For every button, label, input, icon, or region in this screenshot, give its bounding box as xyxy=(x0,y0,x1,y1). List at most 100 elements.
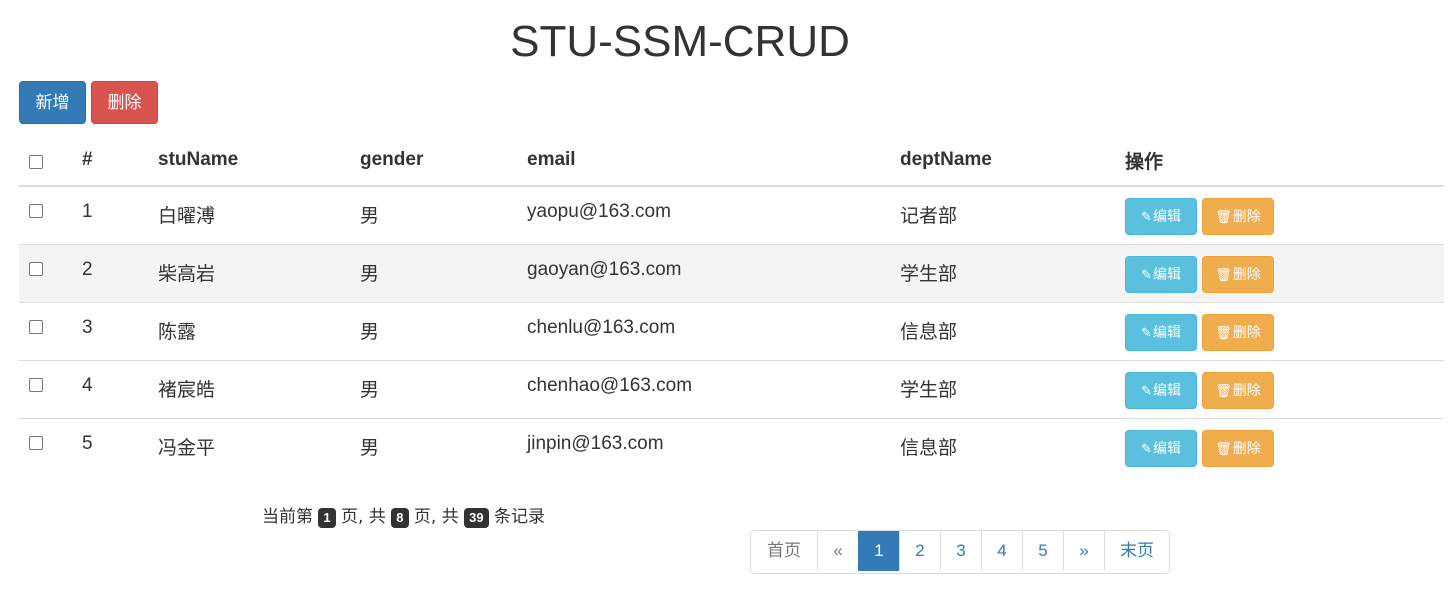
row-select-cell xyxy=(19,243,82,302)
edit-button[interactable]: ✎编辑 xyxy=(1125,371,1197,409)
row-id: 1 xyxy=(82,201,93,222)
header-email: email xyxy=(527,135,900,187)
row-actions: ✎编辑 🗑删除 xyxy=(1125,301,1444,360)
header-index: # xyxy=(82,135,158,187)
delete-label: 删除 xyxy=(1232,440,1261,457)
add-button[interactable]: 新增 xyxy=(19,81,86,124)
table-row: 4 褚宸皓男 chenhao@163.com 学生部 ✎编辑 🗑删除 xyxy=(19,359,1444,418)
edit-label: 编辑 xyxy=(1152,209,1181,225)
row-select-cell xyxy=(19,301,82,360)
row-deptname: 信息部 xyxy=(900,301,1125,360)
pencil-icon: ✎ xyxy=(1141,267,1152,283)
delete-label: 删除 xyxy=(1232,382,1261,399)
page: STU-SSM-CRUD 新增 删除 # stuName gender emai… xyxy=(0,0,1456,602)
table-body: 1 白曜溥男 yaopu@163.com 记者部 ✎编辑 🗑删除 2 柴高岩男 gaoyan@1… xyxy=(19,186,1444,476)
trash-icon: 🗑 xyxy=(1215,325,1232,341)
row-deptname: 学生部 xyxy=(900,359,1125,418)
table-row: 2 柴高岩男 gaoyan@163.com 学生部 ✎编辑 🗑删除 xyxy=(19,243,1444,302)
page-info-mid1: 页, 共 xyxy=(341,507,386,527)
edit-label: 编辑 xyxy=(1152,324,1181,341)
pagination-prev[interactable]: « xyxy=(817,531,858,571)
row-actions: ✎编辑 🗑删除 xyxy=(1125,243,1444,302)
row-checkbox[interactable] xyxy=(29,261,43,276)
row-select-cell xyxy=(19,417,82,476)
row-gender: 男 xyxy=(360,243,527,302)
row-stuname: 柴高岩 xyxy=(158,243,360,302)
student-table: # stuName gender email deptName 操作 1 白曜溥男… xyxy=(19,135,1444,476)
header-gender: gender xyxy=(360,135,527,187)
pagination-last[interactable]: 末页 xyxy=(1104,531,1169,571)
row-id: 2 xyxy=(82,243,158,302)
pencil-icon: ✎ xyxy=(1141,441,1152,457)
page-title: STU-SSM-CRUD xyxy=(510,17,850,66)
row-actions: ✎编辑 🗑删除 xyxy=(1125,417,1444,476)
table-header-row: # stuName gender email deptName 操作 xyxy=(19,135,1444,187)
row-deptname: 学生部 xyxy=(900,243,1125,302)
delete-label: 删除 xyxy=(1232,266,1261,283)
edit-button[interactable]: ✎编辑 xyxy=(1125,198,1197,235)
row-stuname: 陈露 xyxy=(158,301,360,360)
row-checkbox[interactable] xyxy=(29,204,43,218)
row-id: 3 xyxy=(82,301,158,360)
edit-label: 编辑 xyxy=(1152,440,1181,457)
trash-icon: 🗑 xyxy=(1215,210,1232,225)
row-gender: 男 xyxy=(360,205,380,227)
pencil-icon: ✎ xyxy=(1141,383,1152,399)
pagination-page-1[interactable]: 1 xyxy=(858,531,899,571)
delete-button[interactable]: 🗑删除 xyxy=(1202,429,1274,467)
current-page-badge: 1 xyxy=(318,508,336,528)
row-stuname: 白曜溥 xyxy=(158,205,216,227)
row-id: 4 xyxy=(82,359,158,418)
delete-button[interactable]: 🗑删除 xyxy=(1202,313,1274,351)
header-stuname: stuName xyxy=(158,135,360,187)
page-info-mid2: 页, 共 xyxy=(413,507,459,527)
row-select-cell xyxy=(19,359,82,418)
select-all-checkbox[interactable] xyxy=(29,155,43,169)
edit-button[interactable]: ✎编辑 xyxy=(1125,429,1197,467)
row-actions: ✎编辑 🗑删除 xyxy=(1125,359,1444,418)
row-checkbox[interactable] xyxy=(29,377,43,392)
row-checkbox[interactable] xyxy=(29,435,43,450)
row-gender: 男 xyxy=(360,359,527,418)
pagination-page-3[interactable]: 3 xyxy=(940,531,981,571)
row-gender: 男 xyxy=(360,417,527,476)
pagination-page-4[interactable]: 4 xyxy=(981,531,1022,571)
pagination-page-2[interactable]: 2 xyxy=(899,531,940,571)
edit-label: 编辑 xyxy=(1152,266,1181,283)
edit-label: 编辑 xyxy=(1152,382,1181,399)
row-gender: 男 xyxy=(360,301,527,360)
row-email: gaoyan@163.com xyxy=(527,243,900,302)
edit-button[interactable]: ✎编辑 xyxy=(1125,313,1197,351)
pagination-next[interactable]: » xyxy=(1063,531,1104,571)
delete-button[interactable]: 🗑删除 xyxy=(1202,255,1274,293)
delete-label: 删除 xyxy=(1232,209,1261,225)
pagination-page-5[interactable]: 5 xyxy=(1022,531,1063,571)
row-checkbox[interactable] xyxy=(29,319,43,334)
total-records-badge: 39 xyxy=(464,508,489,528)
row-stuname: 褚宸皓 xyxy=(158,359,360,418)
delete-all-button[interactable]: 删除 xyxy=(91,81,158,124)
table-row: 1 白曜溥男 yaopu@163.com 记者部 ✎编辑 🗑删除 xyxy=(19,186,1444,244)
pagination: 首页 « 1 2 3 4 5 » 末页 xyxy=(750,530,1170,574)
pencil-icon: ✎ xyxy=(1141,210,1152,225)
row-stuname: 冯金平 xyxy=(158,417,360,476)
trash-icon: 🗑 xyxy=(1215,383,1232,399)
trash-icon: 🗑 xyxy=(1215,267,1232,283)
row-deptname: 信息部 xyxy=(900,417,1125,476)
edit-button[interactable]: ✎编辑 xyxy=(1125,255,1197,293)
pencil-icon: ✎ xyxy=(1141,325,1152,341)
row-email: yaopu@163.com xyxy=(527,201,671,222)
pagination-first[interactable]: 首页 xyxy=(751,531,817,571)
page-info-prefix: 当前第 xyxy=(262,507,313,527)
page-info: 当前第 1 页, 共 8 页, 共 39 条记录 xyxy=(262,506,545,528)
row-select-cell xyxy=(19,186,82,244)
table-row: 5 冯金平男 jinpin@163.com 信息部 ✎编辑 🗑删除 xyxy=(19,417,1444,476)
row-email: chenhao@163.com xyxy=(527,359,900,418)
row-id: 5 xyxy=(82,417,158,476)
delete-button[interactable]: 🗑删除 xyxy=(1202,198,1274,235)
row-deptname: 记者部 xyxy=(900,205,958,227)
row-actions: ✎编辑 🗑删除 xyxy=(1125,186,1444,244)
delete-label: 删除 xyxy=(1232,324,1261,341)
table-row: 3 陈露男 chenlu@163.com 信息部 ✎编辑 🗑删除 xyxy=(19,301,1444,360)
delete-button[interactable]: 🗑删除 xyxy=(1202,371,1274,409)
